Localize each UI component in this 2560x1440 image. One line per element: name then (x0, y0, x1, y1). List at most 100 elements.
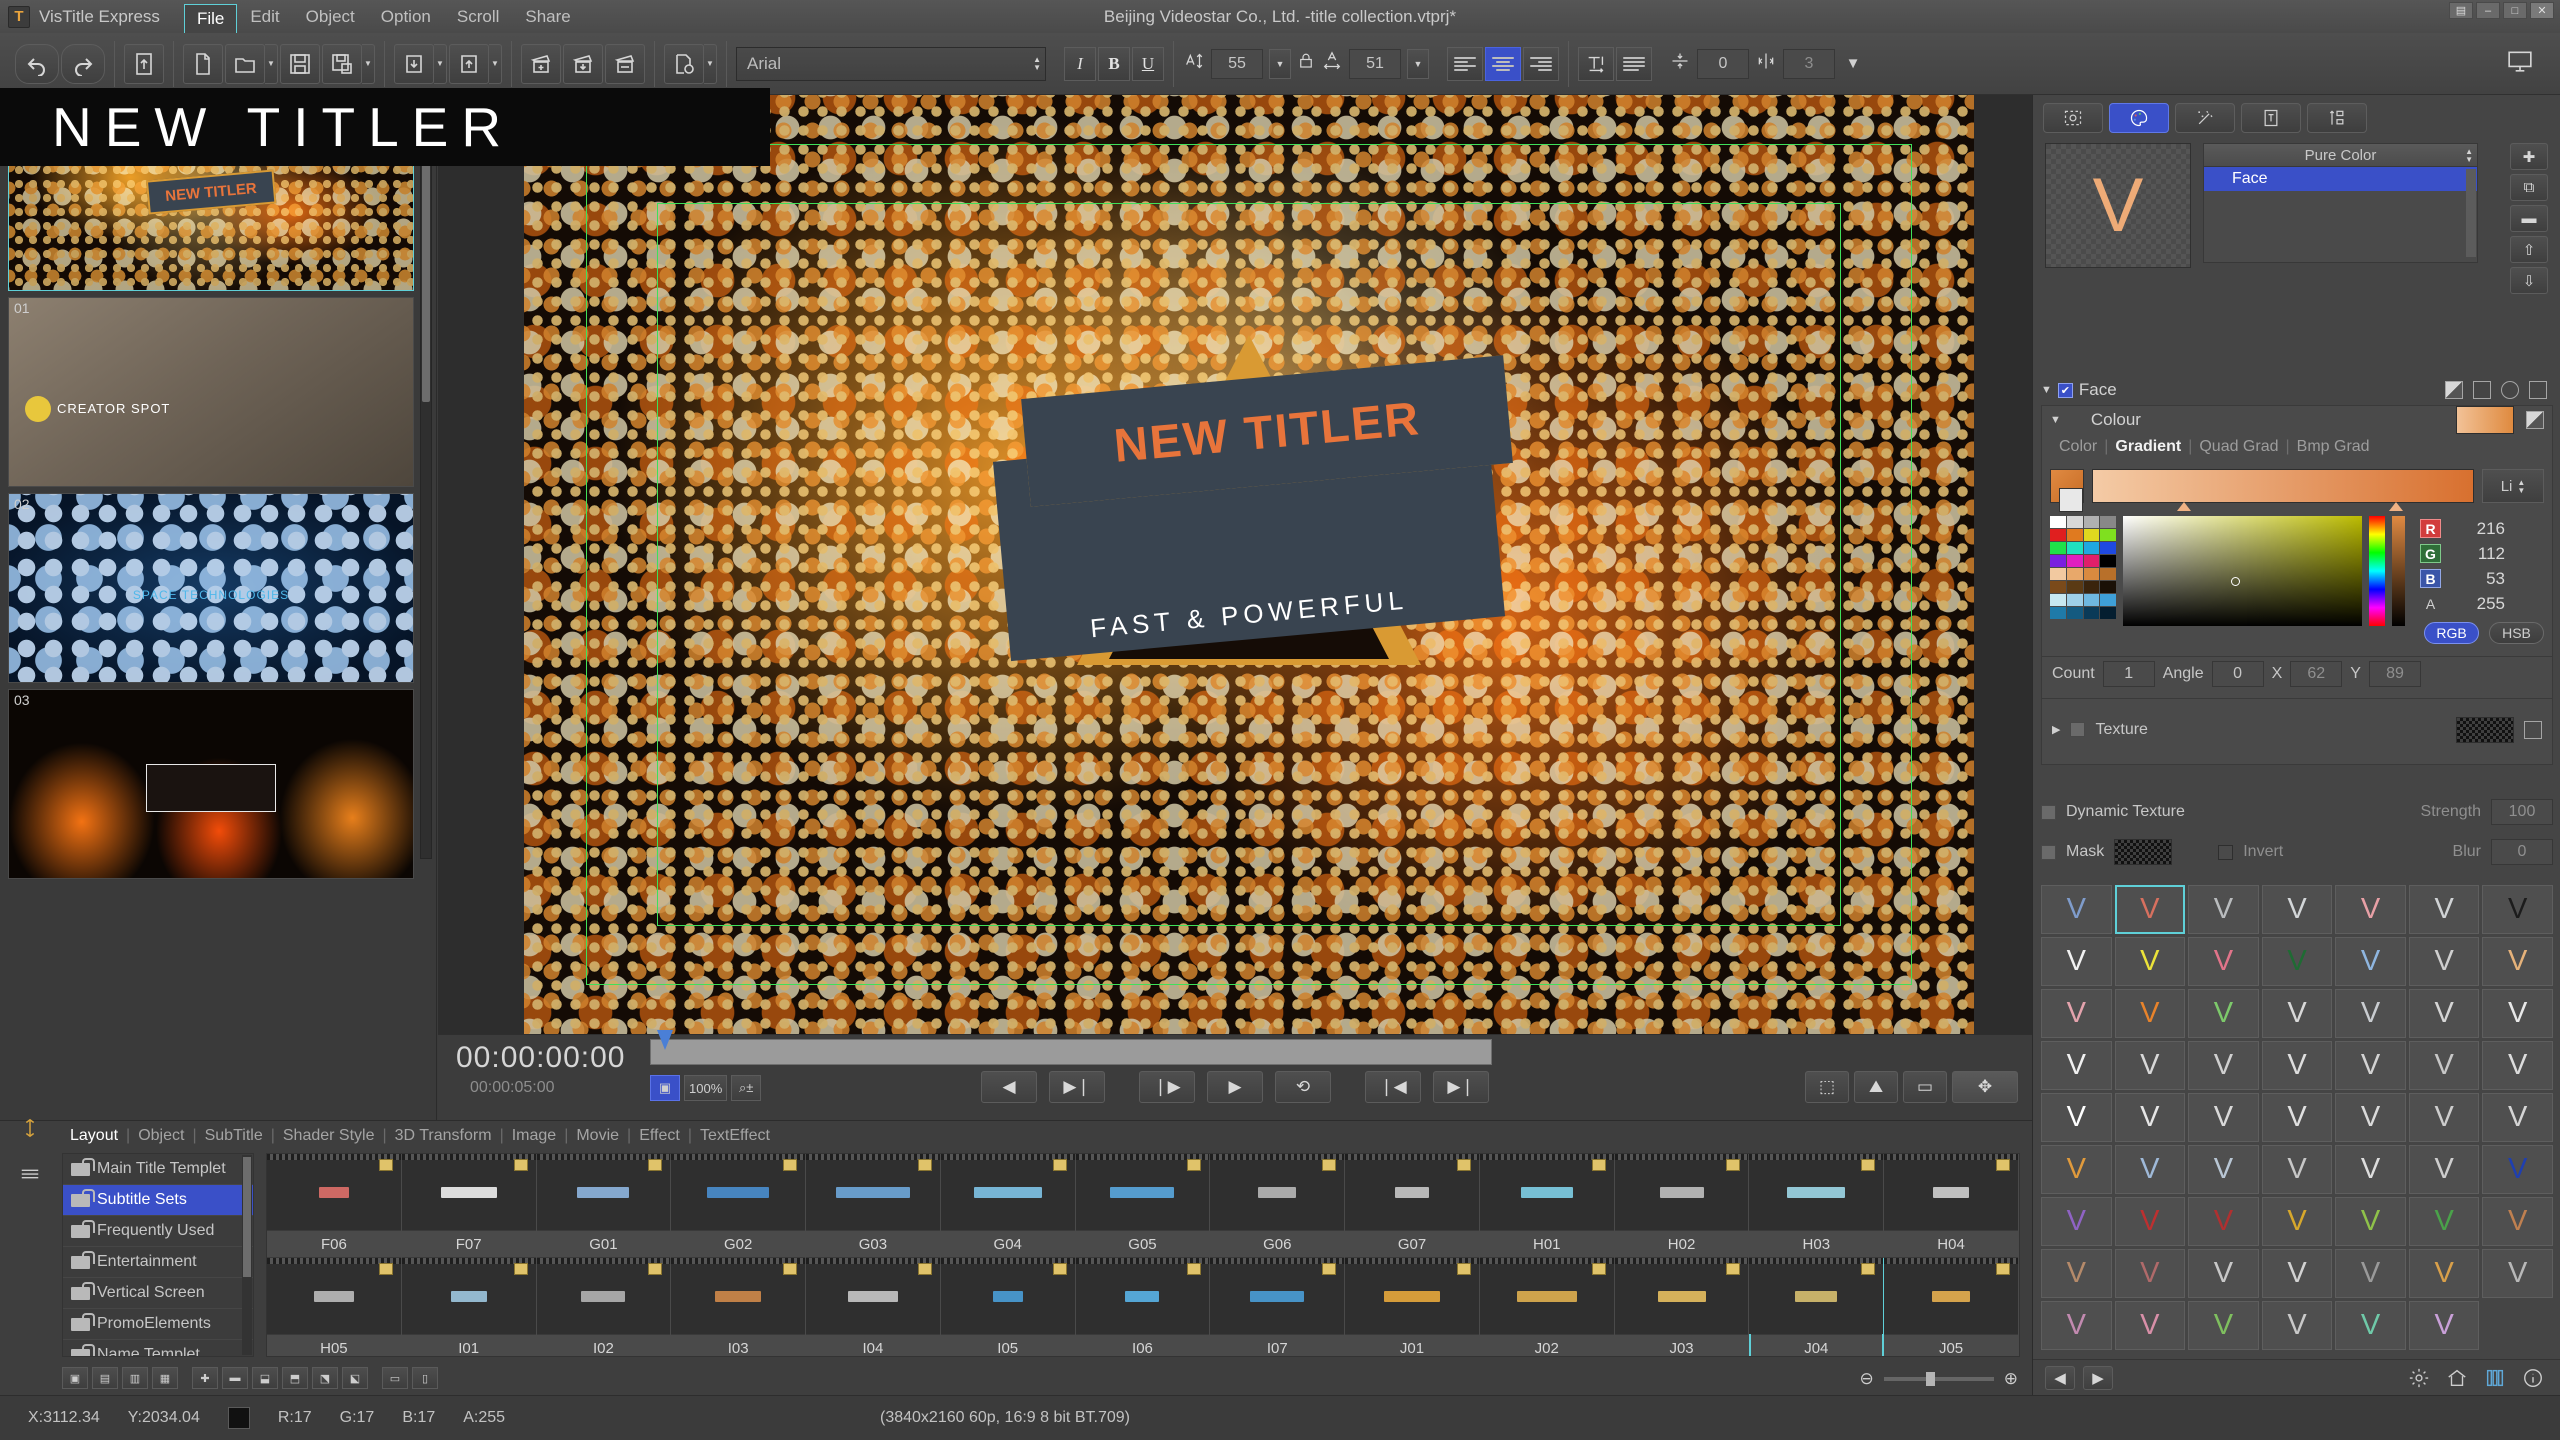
underline-button[interactable]: U (1132, 46, 1164, 81)
preset-next-icon[interactable]: ▶ (2083, 1365, 2113, 1390)
bold-button[interactable]: B (1098, 46, 1130, 81)
swatch-0[interactable] (2050, 516, 2066, 528)
swatch-3[interactable] (2100, 516, 2116, 528)
swatch-9[interactable] (2066, 542, 2083, 554)
step-back-icon[interactable]: ▶❘ (1049, 1071, 1105, 1103)
preset-style-19[interactable]: V (2408, 989, 2480, 1038)
save-as-icon[interactable] (322, 43, 362, 84)
preset-style-56[interactable]: V (2041, 1301, 2112, 1350)
preset-style-5[interactable]: V (2408, 885, 2480, 934)
style-list-scrollbar[interactable] (2466, 169, 2476, 257)
swatch-alpha-icon[interactable] (2526, 411, 2544, 429)
swatch-24[interactable] (2050, 594, 2066, 606)
preset-style-48[interactable]: V (2482, 1197, 2553, 1246)
count-value[interactable]: 1 (2102, 660, 2155, 687)
preset-style-49[interactable]: V (2041, 1249, 2112, 1298)
texture-preview[interactable] (2456, 716, 2514, 743)
tab-layout[interactable]: Layout (62, 1127, 126, 1145)
category-scrollbar[interactable] (242, 1155, 252, 1355)
char-width-dropdown[interactable]: ▼ (1407, 48, 1429, 79)
swatch-13[interactable] (2066, 555, 2083, 567)
preset-style-2[interactable]: V (2188, 885, 2259, 934)
swatch-15[interactable] (2100, 555, 2116, 567)
template-cell-j03[interactable]: J03 (1614, 1258, 1750, 1356)
invert-checkbox[interactable] (2218, 844, 2234, 860)
style-list[interactable]: Pure Color ▲ ▼ Face (2203, 143, 2478, 263)
swatch-28[interactable] (2050, 607, 2066, 619)
export-icon[interactable] (124, 43, 164, 84)
preset-style-24[interactable]: V (2261, 1041, 2333, 1090)
preset-style-37[interactable]: V (2188, 1145, 2259, 1194)
template-cell-j05[interactable]: J05 (1884, 1258, 2019, 1356)
dynamic-texture-checkbox[interactable] (2041, 804, 2056, 820)
preset-style-54[interactable]: V (2408, 1249, 2480, 1298)
channel-r-value[interactable]: 216 (2457, 519, 2505, 539)
colour-expand-caret[interactable]: ▼ (2050, 414, 2061, 426)
gradient-type-select[interactable]: Li ▲ ▼ (2482, 469, 2544, 503)
list-item[interactable]: 01 CREATOR SPOT (8, 297, 414, 487)
play-icon[interactable]: ▶ (1207, 1071, 1263, 1103)
grid-tool-12-icon[interactable]: ▯ (412, 1367, 438, 1389)
go-start-icon[interactable]: ❘◀ (1365, 1071, 1421, 1103)
swatch-4[interactable] (2050, 529, 2066, 541)
template-cell-g03[interactable]: G03 (806, 1154, 941, 1258)
zoom-out-icon[interactable]: ⊖ (1860, 1369, 1874, 1389)
grid-tool-9-icon[interactable]: ⬔ (312, 1367, 338, 1389)
move-tool-icon[interactable]: ✥ (1952, 1071, 2018, 1103)
menu-item-option[interactable]: Option (368, 3, 444, 31)
x-value[interactable]: 62 (2290, 660, 2343, 687)
face-expand-caret[interactable]: ▼ (2041, 384, 2052, 396)
grid-tool-4-icon[interactable]: ▦ (152, 1367, 178, 1389)
template-cell-g06[interactable]: G06 (1210, 1154, 1346, 1258)
list-item[interactable]: 03 (8, 689, 414, 879)
tab-movie[interactable]: Movie (568, 1127, 627, 1145)
preset-style-4[interactable]: V (2335, 885, 2406, 934)
preset-style-51[interactable]: V (2188, 1249, 2259, 1298)
tab-select[interactable] (2043, 103, 2103, 133)
zoom-tool-icon[interactable]: ⌕± (731, 1075, 762, 1101)
preset-style-43[interactable]: V (2114, 1197, 2186, 1246)
swatch-8[interactable] (2050, 542, 2066, 554)
undo-icon[interactable] (15, 43, 59, 84)
grid-tool-5-icon[interactable]: ✚ (192, 1367, 218, 1389)
preset-style-8[interactable]: V (2114, 937, 2186, 986)
template-cell-g05[interactable]: G05 (1075, 1154, 1211, 1258)
template-cell-i04[interactable]: I04 (806, 1258, 941, 1356)
open-icon[interactable] (225, 43, 265, 84)
preset-style-61[interactable]: V (2408, 1301, 2480, 1350)
clip-edit-icon[interactable] (605, 43, 645, 84)
template-cell-h02[interactable]: H02 (1614, 1154, 1750, 1258)
window-minimize-button[interactable]: – (2476, 2, 2500, 19)
sidebar-item-main-title-templet[interactable]: Main Title Templet (63, 1154, 253, 1185)
swatch-12[interactable] (2050, 555, 2066, 567)
preset-style-18[interactable]: V (2335, 989, 2406, 1038)
text-transform-icon[interactable] (1578, 46, 1614, 81)
preset-style-50[interactable]: V (2114, 1249, 2186, 1298)
preset-style-58[interactable]: V (2188, 1301, 2259, 1350)
grid-tool-10-icon[interactable]: ⬕ (342, 1367, 368, 1389)
alpha-slider[interactable] (2392, 516, 2405, 626)
template-cell-g04[interactable]: G04 (940, 1154, 1076, 1258)
tab-object[interactable]: Object (130, 1127, 192, 1145)
tab-3d-transform[interactable]: 3D Transform (387, 1127, 500, 1145)
swatch-20[interactable] (2050, 581, 2066, 593)
save-icon[interactable] (280, 43, 320, 84)
line-height-value[interactable]: 55 (1211, 48, 1263, 79)
send-dropdown-caret[interactable]: ▼ (489, 43, 502, 84)
spacing-dropdown[interactable]: ▼ (1842, 49, 1864, 79)
template-cell-h03[interactable]: H03 (1749, 1154, 1885, 1258)
preset-style-46[interactable]: V (2335, 1197, 2406, 1246)
scrubber[interactable] (650, 1030, 1492, 1065)
template-cell-j01[interactable]: J01 (1345, 1258, 1480, 1356)
timecode-current[interactable]: 00:00:00:00 (456, 1041, 625, 1075)
tab-effect[interactable]: Effect (631, 1127, 688, 1145)
fullscreen-icon[interactable]: ▭ (1903, 1071, 1947, 1103)
swatch-6[interactable] (2083, 529, 2100, 541)
window-close-button[interactable]: ✕ (2530, 2, 2554, 19)
tab-quad-grad[interactable]: Quad Grad (2192, 438, 2285, 456)
lock-icon[interactable] (1297, 52, 1315, 75)
style-type-dropdown[interactable]: Pure Color ▲ ▼ (2203, 143, 2478, 167)
template-cell-i05[interactable]: I05 (940, 1258, 1076, 1356)
library-icon[interactable] (2480, 1363, 2510, 1393)
sidebar-item-frequently-used[interactable]: Frequently Used (63, 1216, 253, 1247)
